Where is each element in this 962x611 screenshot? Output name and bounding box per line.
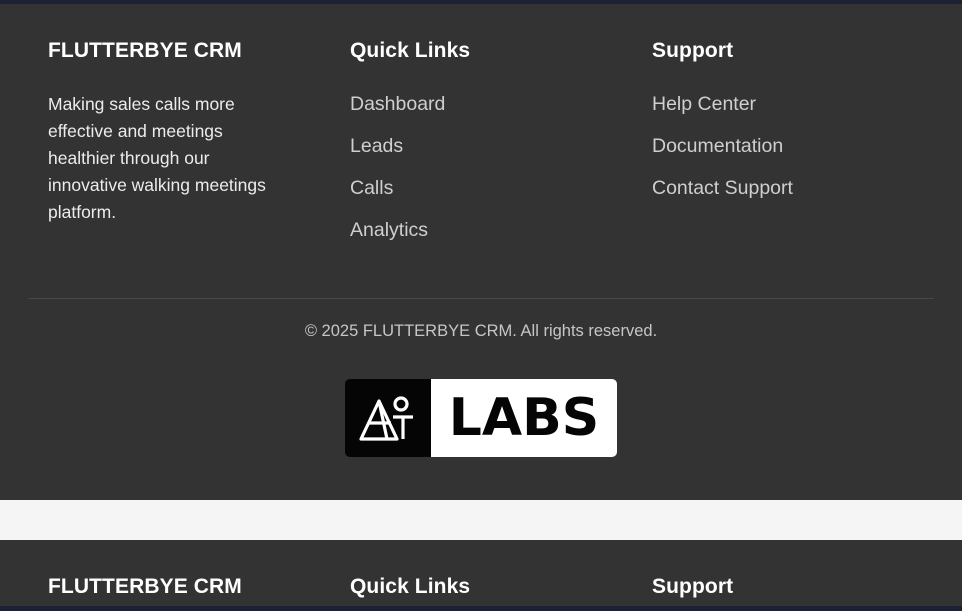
site-footer: FLUTTERBYE CRM Making sales calls more e…	[0, 4, 962, 500]
footer-brand-title: FLUTTERBYE CRM	[48, 39, 242, 62]
site-footer-repeat: FLUTTERBYE CRM Quick Links Support	[0, 540, 962, 611]
footer-link-documentation[interactable]: Documentation	[652, 135, 783, 157]
support-links-list: Help Center Documentation Contact Suppor…	[652, 90, 912, 216]
footer-quick-links-column: Quick Links	[350, 574, 600, 600]
footer-divider	[28, 298, 934, 299]
logo-wordmark: LABS	[431, 379, 617, 457]
quick-links-title: Quick Links	[350, 575, 471, 598]
footer-brand-column: FLUTTERBYE CRM	[48, 574, 298, 600]
footer-link-help-center[interactable]: Help Center	[652, 93, 756, 115]
footer-support-column: Support	[652, 574, 912, 600]
footer-brand-title: FLUTTERBYE CRM	[48, 575, 242, 598]
quick-links-title: Quick Links	[350, 39, 471, 62]
quick-links-list: Dashboard Leads Calls Analytics	[350, 90, 600, 258]
copyright-text: © 2025 FLUTTERBYE CRM. All rights reserv…	[304, 322, 658, 340]
footer-link-contact-support[interactable]: Contact Support	[652, 177, 793, 199]
footer-brand-column: FLUTTERBYE CRM Making sales calls more e…	[48, 38, 298, 226]
footer-link-dashboard[interactable]: Dashboard	[350, 93, 445, 115]
support-title: Support	[652, 575, 734, 598]
labs-logo[interactable]: LABS	[345, 379, 617, 457]
at-labs-logo-icon	[345, 379, 431, 457]
support-title: Support	[652, 39, 734, 62]
bottom-edge-bar	[0, 606, 962, 611]
footer-link-analytics[interactable]: Analytics	[350, 219, 428, 241]
footer-brand-description: Making sales calls more effective and me…	[48, 94, 266, 222]
footer-link-leads[interactable]: Leads	[350, 135, 403, 157]
footer-quick-links-column: Quick Links Dashboard Leads Calls Analyt…	[350, 38, 600, 258]
footer-link-calls[interactable]: Calls	[350, 177, 393, 199]
footer-support-column: Support Help Center Documentation Contac…	[652, 38, 912, 216]
